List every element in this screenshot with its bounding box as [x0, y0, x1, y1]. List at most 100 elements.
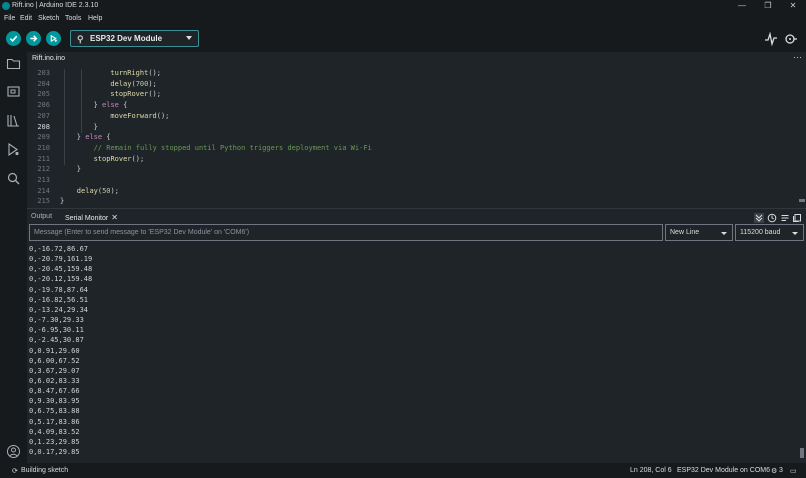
code-line[interactable]: 208}	[27, 123, 806, 134]
boards-manager-icon[interactable]	[6, 84, 21, 99]
code-line[interactable]: 211 stopRover();	[27, 155, 806, 166]
line-number: 209	[37, 133, 50, 142]
board-port-status[interactable]: ESP32 Dev Module on COM6	[677, 467, 770, 474]
code-text: moveForward();	[110, 111, 170, 120]
code-text: stopRover();	[110, 90, 161, 99]
arduino-logo-icon	[2, 2, 10, 10]
code-line[interactable]: 215}	[27, 197, 806, 208]
close-button[interactable]: ✕	[780, 0, 806, 13]
code-text: delay(50);	[76, 186, 119, 195]
line-number: 211	[37, 154, 50, 163]
serial-line: 0,0.17,29.85	[29, 448, 80, 456]
notification-icon[interactable]: ⚙	[771, 467, 777, 475]
indent-guide	[64, 69, 65, 166]
maximize-button[interactable]: ❐	[755, 0, 781, 13]
code-text: }	[93, 122, 98, 131]
chevron-down-icon	[721, 232, 727, 235]
code-line[interactable]: 210 // Remain fully stopped until Python …	[27, 144, 806, 155]
line-ending-select[interactable]: New Line	[665, 224, 733, 241]
serial-message-input[interactable]: Message (Enter to send message to 'ESP32…	[29, 224, 663, 241]
checkmark-icon	[9, 35, 18, 43]
code-text: }	[76, 165, 82, 174]
line-number: 215	[37, 197, 50, 206]
serial-output: 0,-16.72,86.67 0,-20.79,161.19 0,-20.45,15…	[27, 243, 806, 461]
serial-plotter-icon[interactable]	[764, 32, 778, 46]
code-editor[interactable]: 203 turnRight(); 204 delay(700); 205 stopRove…	[27, 67, 806, 207]
code-text: turnRight();	[110, 69, 161, 77]
more-options-icon[interactable]: ⋯	[793, 52, 802, 63]
code-line[interactable]: 214 delay(50);	[27, 187, 806, 198]
debug-button[interactable]	[46, 31, 61, 46]
serial-line: 0,8.47,67.66	[29, 387, 80, 396]
arduino-ide-window: Rift.ino | Arduino IDE 2.3.10 — ❐ ✕ File…	[0, 0, 806, 478]
serial-line: 0,-16.82,56.51	[29, 295, 89, 304]
sync-icon: ⟳	[12, 468, 18, 475]
menu-bar: File Edit Sketch Tools Help	[0, 13, 806, 26]
baud-rate-select[interactable]: 115200 baud	[735, 224, 804, 241]
timestamp-icon[interactable]	[767, 213, 777, 223]
code-line[interactable]: 209 } else {	[27, 133, 806, 144]
code-line[interactable]: 204 delay(700);	[27, 80, 806, 91]
menu-sketch[interactable]: Sketch	[38, 15, 59, 22]
tab-rift-ino[interactable]: Rift.ino.ino	[27, 52, 75, 67]
line-number: 203	[37, 69, 50, 77]
serial-line: 0,-2.45,30.87	[29, 336, 84, 345]
serial-line: 0,6.02,83.33	[29, 376, 80, 385]
menu-edit[interactable]: Edit	[20, 15, 32, 22]
debug-sidebar-icon[interactable]	[6, 142, 21, 157]
upload-button[interactable]	[26, 31, 41, 46]
serial-line: 0,-20.45,159.48	[29, 265, 93, 274]
serial-line: 0,-20.12,159.48	[29, 275, 93, 284]
toggle-panel-icon[interactable]: ▭	[790, 467, 797, 475]
verify-button[interactable]	[6, 31, 21, 46]
notification-count[interactable]: 3	[779, 467, 783, 474]
cursor-position[interactable]: Ln 208, Col 6	[630, 467, 672, 474]
serial-line: 0,-6.95,30.11	[29, 326, 84, 335]
code-text: } else {	[76, 133, 111, 142]
sketchbook-folder-icon[interactable]	[6, 56, 21, 71]
serial-line: 0,-20.79,161.19	[29, 255, 93, 264]
serial-line: 0,5.17,83.86	[29, 417, 80, 426]
code-line[interactable]: 205 stopRover();	[27, 90, 806, 101]
menu-help[interactable]: Help	[88, 15, 102, 22]
serial-line: 0,1.23,29.85	[29, 437, 80, 446]
library-manager-icon[interactable]	[6, 113, 21, 128]
arrow-right-icon	[30, 35, 38, 42]
code-line[interactable]: 213	[27, 176, 806, 187]
line-number: 210	[37, 143, 50, 152]
chevron-down-icon	[792, 232, 798, 235]
code-line[interactable]: 203 turnRight();	[27, 69, 806, 80]
board-selector[interactable]: ⚲ ESP32 Dev Module	[70, 30, 199, 47]
status-bar: ⟳ Building sketch Ln 208, Col 6 ESP32 De…	[0, 463, 806, 478]
board-name: ESP32 Dev Module	[90, 34, 163, 43]
clear-output-icon[interactable]	[780, 213, 790, 223]
code-text: stopRover();	[93, 154, 145, 163]
serial-line: 0,-16.72,86.67	[29, 245, 89, 253]
serial-monitor-icon[interactable]	[784, 32, 798, 46]
window-title: Rift.ino | Arduino IDE 2.3.10	[12, 2, 99, 9]
bottom-panel-tabs: Output Serial Monitor ✕	[27, 208, 806, 225]
line-number: 213	[37, 176, 50, 184]
menu-tools[interactable]: Tools	[65, 15, 81, 22]
code-line[interactable]: 206} else {	[27, 101, 806, 112]
close-tab-icon[interactable]: ✕	[111, 213, 118, 222]
search-icon[interactable]	[6, 171, 21, 186]
line-number: 208	[37, 122, 50, 131]
code-line[interactable]: 212}	[27, 165, 806, 176]
code-line[interactable]: 207 moveForward();	[27, 112, 806, 123]
menu-file[interactable]: File	[4, 15, 15, 22]
account-icon[interactable]	[6, 444, 21, 459]
line-number: 214	[37, 186, 50, 195]
line-number: 212	[37, 165, 50, 174]
code-text: } else {	[93, 101, 128, 110]
tab-output[interactable]: Output	[31, 213, 52, 220]
serial-scrollbar[interactable]	[800, 448, 804, 458]
copy-output-icon[interactable]	[792, 213, 802, 223]
line-ending-value: New Line	[670, 229, 700, 236]
serial-input-row: Message (Enter to send message to 'ESP32…	[27, 224, 806, 243]
minimize-button[interactable]: —	[729, 0, 755, 13]
autoscroll-icon[interactable]	[754, 213, 764, 223]
serial-line: 0,6.75,83.88	[29, 407, 80, 416]
editor-scrollbar[interactable]	[799, 199, 805, 202]
line-number: 205	[37, 90, 50, 99]
